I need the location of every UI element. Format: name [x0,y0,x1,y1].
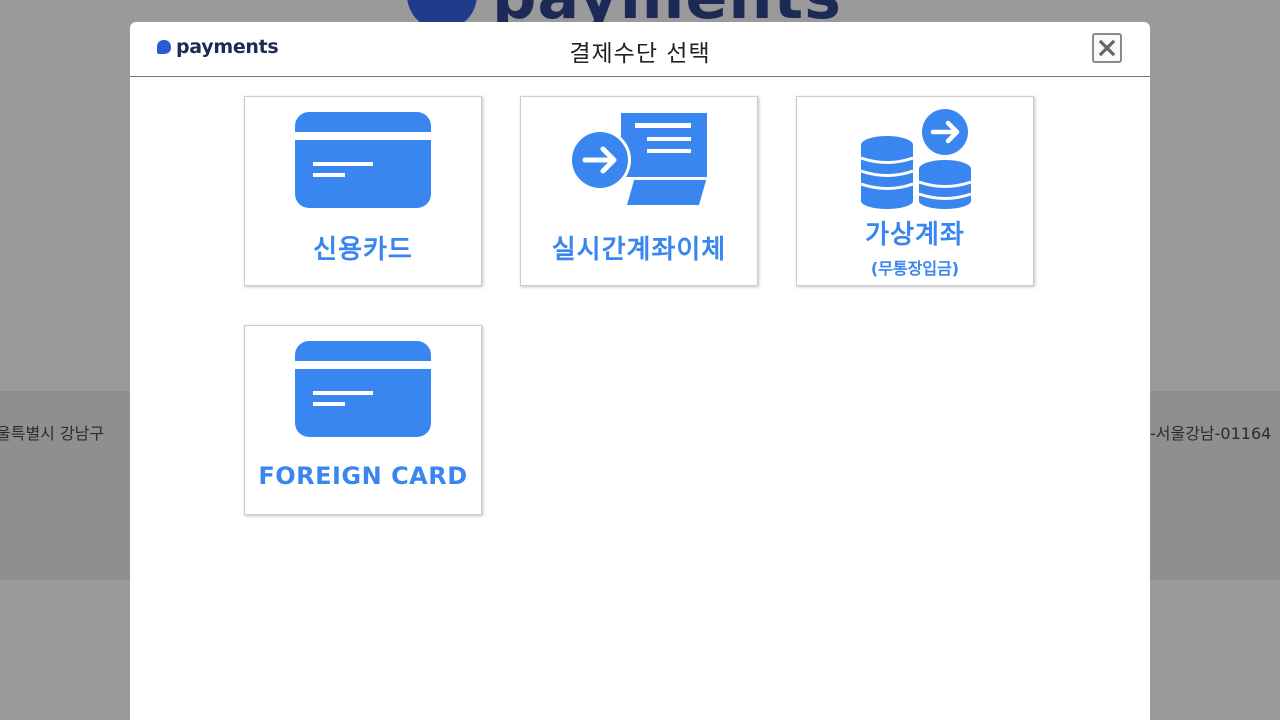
modal-title: 결제수단 선택 [569,41,711,67]
option-label: 실시간계좌이체 [551,235,727,265]
option-foreign-card[interactable]: FOREIGN CARD [244,325,482,515]
option-credit-card[interactable]: 신용카드 [244,96,482,286]
option-label: 가상계좌 [865,220,965,250]
coins-icon [860,109,972,209]
close-icon [1098,39,1116,57]
background-footer-license: -서울강남-01164 [1150,424,1272,443]
background-footer-address: 울특별시 강남구 [0,424,105,443]
option-sublabel: (무통장입금) [870,259,960,278]
option-label: FOREIGN CARD [258,462,468,490]
modal-header: payments 결제수단 선택 [130,22,1150,77]
bank-transfer-icon [569,113,707,205]
payment-method-modal: payments 결제수단 선택 신용카드 실시간계좌이체 가상계좌 (무통장입… [130,22,1150,720]
credit-card-icon [295,112,431,208]
option-label: 신용카드 [313,235,413,265]
close-button[interactable] [1092,33,1122,63]
option-bank-transfer[interactable]: 실시간계좌이체 [520,96,758,286]
credit-card-icon [295,341,431,437]
option-virtual-account[interactable]: 가상계좌 (무통장입금) [796,96,1034,286]
